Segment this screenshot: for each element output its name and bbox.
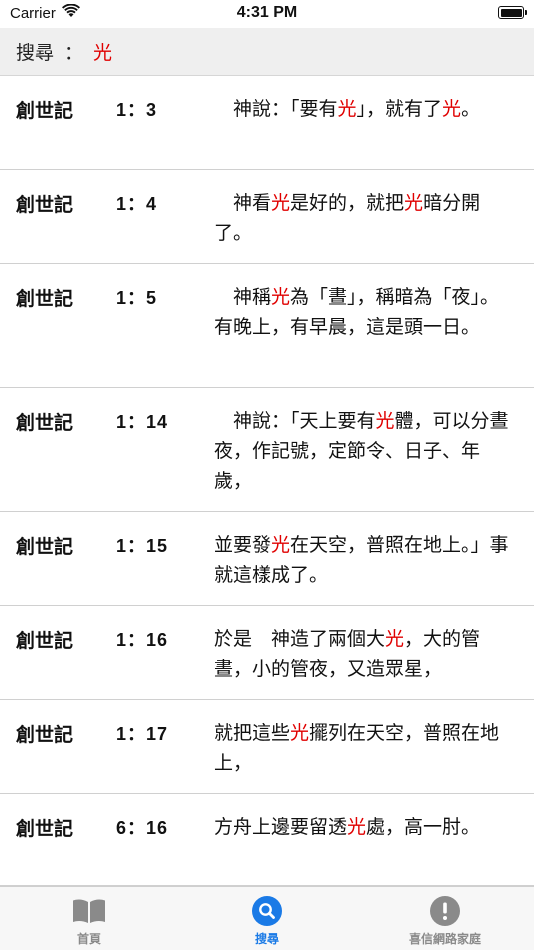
battery-icon: [498, 6, 527, 19]
search-icon: [250, 896, 284, 926]
verse-segment: 是好的，就把: [290, 192, 405, 214]
verse-segment: 。: [461, 98, 481, 120]
highlighted-term: 光: [290, 722, 310, 744]
highlighted-term: 光: [337, 98, 357, 120]
result-reference: 1：15: [116, 536, 169, 556]
result-verse-text: 於是 神造了兩個大光，大的管晝，小的管夜，又造眾星，: [214, 624, 514, 684]
result-reference: 1：3: [116, 100, 158, 120]
verse-segment: 神說：「要有: [214, 98, 338, 120]
tab-search[interactable]: 搜尋: [178, 887, 356, 950]
result-book: 創世記: [16, 412, 74, 434]
verse-segment: 於是 神造了兩個大: [214, 628, 386, 650]
status-time: 4:31 PM: [236, 4, 298, 21]
result-reference: 1：5: [116, 288, 158, 308]
book-icon: [72, 896, 106, 926]
highlighted-term: 光: [375, 410, 395, 432]
result-verse-text: 並要發光在天空，普照在地上。」事就這樣成了。: [214, 530, 514, 590]
tab-search-label: 搜尋: [254, 932, 279, 946]
result-reference: 1：17: [116, 724, 169, 744]
highlighted-term: 光: [442, 98, 462, 120]
result-book: 創世記: [16, 536, 74, 558]
verse-segment: 並要發: [214, 534, 272, 556]
highlighted-term: 光: [385, 628, 405, 650]
result-row[interactable]: 創世記 1：15 並要發光在天空，普照在地上。」事就這樣成了。: [0, 512, 534, 606]
result-row[interactable]: 創世記 1：14 神說：「天上要有光體，可以分晝夜，作記號，定節令、日子、年歲，: [0, 388, 534, 512]
verse-segment: 就把這些: [214, 722, 291, 744]
verse-segment: 方舟上邊要留透: [214, 816, 348, 838]
result-verse-text: 神說：「要有光」，就有了光。: [214, 94, 514, 124]
search-label: 搜尋: [16, 42, 55, 64]
result-reference: 1：16: [116, 630, 169, 650]
tab-gospel-net-label: 喜信網路家庭: [408, 932, 481, 946]
result-row[interactable]: 創世記 1：17 就把這些光擺列在天空，普照在地上，: [0, 700, 534, 794]
search-results-list[interactable]: 創世記 1：3 神說：「要有光」，就有了光。 創世記 1：4 神看光是好的，就把光暗分…: [0, 76, 534, 886]
result-verse-text: 神看光是好的，就把光暗分開了。: [214, 188, 514, 248]
status-bar: Carrier 4:31 PM: [0, 0, 534, 28]
tab-home-label: 首頁: [76, 932, 101, 946]
result-book: 創世記: [16, 630, 74, 652]
result-verse-text: 神說：「天上要有光體，可以分晝夜，作記號，定節令、日子、年歲，: [214, 406, 514, 496]
highlighted-term: 光: [271, 286, 291, 308]
tab-home[interactable]: 首頁: [0, 887, 178, 950]
result-reference: 1：4: [116, 194, 158, 214]
result-row[interactable]: 創世記 1：4 神看光是好的，就把光暗分開了。: [0, 170, 534, 264]
result-row[interactable]: 創世記 1：5 神稱光為「晝」，稱暗為「夜」。有晚上，有早晨，這是頭一日。: [0, 264, 534, 388]
highlighted-term: 光: [404, 192, 424, 214]
verse-segment: 處，高一肘。: [366, 816, 481, 838]
result-book: 創世記: [16, 288, 74, 310]
info-icon: [428, 896, 462, 926]
verse-segment: 」，就有了: [356, 98, 443, 120]
result-row[interactable]: 創世記 1：3 神說：「要有光」，就有了光。: [0, 76, 534, 170]
verse-segment: 神說：「天上要有: [214, 410, 376, 432]
result-reference: 6：16: [116, 818, 169, 838]
result-book: 創世記: [16, 194, 74, 216]
tab-bar: 首頁 搜尋 喜信網路家庭: [0, 886, 534, 950]
result-row[interactable]: 創世記 1：16 於是 神造了兩個大光，大的管晝，小的管夜，又造眾星，: [0, 606, 534, 700]
battery-level: [500, 8, 522, 17]
result-book: 創世記: [16, 818, 74, 840]
highlighted-term: 光: [271, 534, 291, 556]
search-term: 光: [93, 42, 113, 64]
search-separator: ：: [64, 42, 84, 64]
tab-gospel-net[interactable]: 喜信網路家庭: [356, 887, 534, 950]
verse-segment: 神稱: [214, 286, 272, 308]
result-verse-text: 方舟上邊要留透光處，高一肘。: [214, 812, 514, 842]
result-reference: 1：14: [116, 412, 169, 432]
verse-segment: 神看: [214, 192, 272, 214]
highlighted-term: 光: [271, 192, 291, 214]
result-row[interactable]: 創世記 6：16 方舟上邊要留透光處，高一肘。: [0, 794, 534, 886]
highlighted-term: 光: [347, 816, 367, 838]
search-header: 搜尋 ： 光: [0, 28, 534, 76]
result-book: 創世記: [16, 724, 74, 746]
result-verse-text: 就把這些光擺列在天空，普照在地上，: [214, 718, 514, 778]
app-screen: Carrier 4:31 PM 搜尋 ： 光 創世記 1：3 神說：「要有光」，就…: [0, 0, 534, 950]
result-verse-text: 神稱光為「晝」，稱暗為「夜」。有晚上，有早晨，這是頭一日。: [214, 282, 514, 342]
result-book: 創世記: [16, 100, 74, 122]
